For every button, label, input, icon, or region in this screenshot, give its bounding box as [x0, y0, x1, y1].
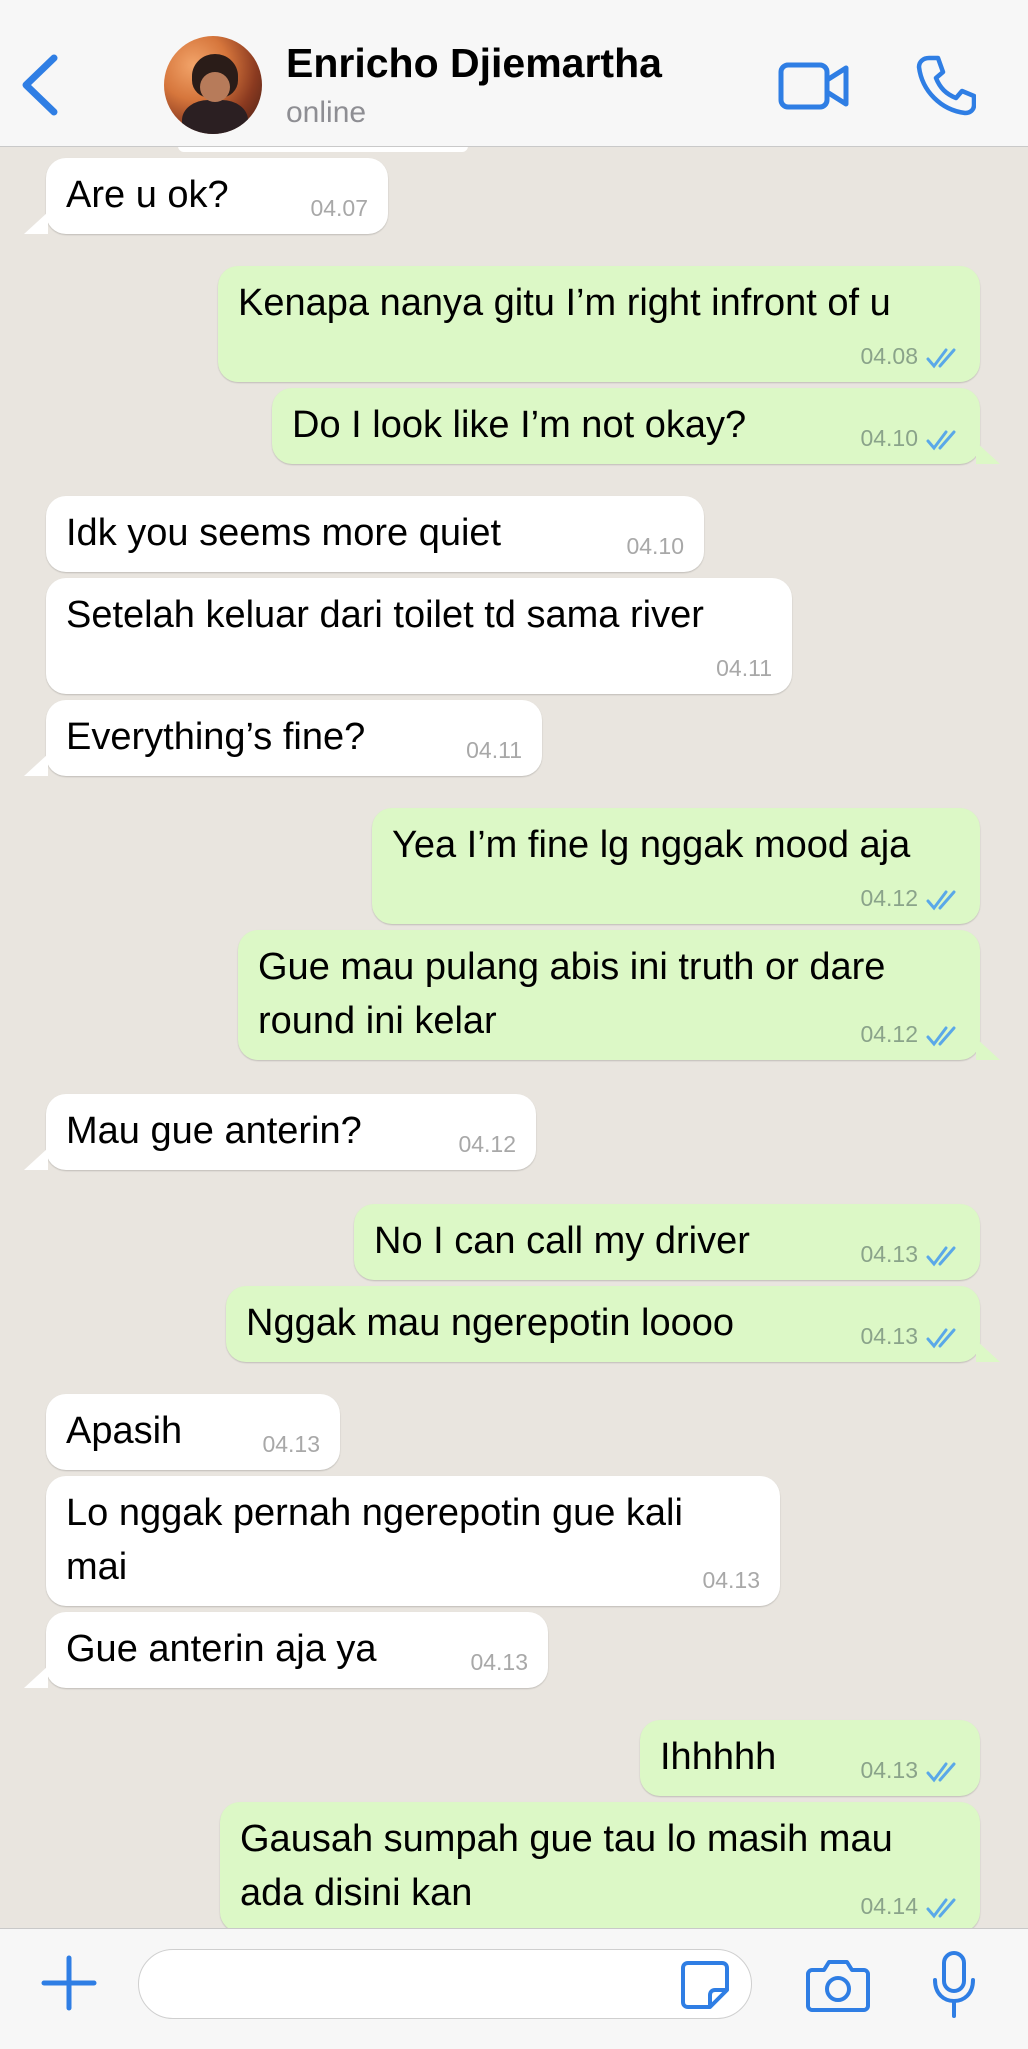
message-time: 04.08	[860, 343, 918, 369]
bubble-tail	[976, 1340, 1000, 1362]
message-time: 04.10	[860, 425, 918, 451]
message-list[interactable]: Are u ok? 04.07 Kenapa nanya gitu I’m ri…	[0, 146, 1028, 1928]
message-text: No I can call my driver	[374, 1220, 750, 1262]
microphone-icon[interactable]	[930, 1950, 978, 2020]
read-ticks-icon	[926, 1246, 956, 1267]
message-time: 04.10	[626, 533, 684, 559]
message-outgoing[interactable]: No I can call my driver 04.13	[354, 1204, 980, 1280]
message-text: Setelah keluar dari toilet td sama river	[66, 594, 704, 636]
message-time: 04.13	[470, 1649, 528, 1675]
message-text: Yea I’m fine lg nggak mood aja	[392, 824, 911, 866]
read-ticks-icon	[926, 348, 956, 369]
message-text: Ihhhhh	[660, 1736, 777, 1778]
chevron-left-icon[interactable]	[14, 50, 70, 120]
message-incoming[interactable]: Setelah keluar dari toilet td sama river…	[46, 578, 792, 694]
camera-icon[interactable]	[806, 1958, 870, 2012]
bubble-tail	[976, 442, 1000, 464]
bubble-tail	[976, 1038, 1000, 1060]
message-time: 04.13	[702, 1567, 760, 1593]
sticker-icon[interactable]	[680, 1960, 730, 2010]
bubble-tail	[24, 754, 48, 776]
message-time: 04.13	[860, 1757, 918, 1783]
message-outgoing[interactable]: Gausah sumpah gue tau lo masih mau ada d…	[220, 1802, 980, 1928]
message-time: 04.13	[860, 1241, 918, 1267]
phone-icon[interactable]	[916, 54, 976, 116]
message-time: 04.11	[466, 737, 522, 763]
read-ticks-icon	[926, 1026, 956, 1047]
read-ticks-icon	[926, 1762, 956, 1783]
message-text: Idk you seems more quiet	[66, 512, 502, 554]
message-outgoing[interactable]: Ihhhhh 04.13	[640, 1720, 980, 1796]
message-text: Kenapa nanya gitu I’m right infront of u	[238, 282, 891, 324]
read-ticks-icon	[926, 1328, 956, 1349]
message-outgoing[interactable]: Nggak mau ngerepotin loooo 04.13	[226, 1286, 980, 1362]
avatar[interactable]	[164, 36, 262, 134]
message-text: Gue anterin aja ya	[66, 1628, 377, 1670]
bubble-tail	[24, 212, 48, 234]
plus-icon[interactable]	[40, 1954, 98, 2012]
message-text-line: ada disini kan	[240, 1872, 473, 1914]
message-text: Do I look like I’m not okay?	[292, 404, 747, 446]
message-text-line: Gue mau pulang abis ini truth or dare	[258, 946, 886, 988]
message-outgoing[interactable]: Kenapa nanya gitu I’m right infront of u…	[218, 266, 980, 382]
message-time: 04.12	[860, 1021, 918, 1047]
message-incoming[interactable]: Lo nggak pernah ngerepotin gue kali mai …	[46, 1476, 780, 1606]
contact-status: online	[286, 96, 367, 129]
read-ticks-icon	[926, 430, 956, 451]
message-outgoing[interactable]: Do I look like I’m not okay? 04.10	[272, 388, 980, 464]
message-time: 04.13	[860, 1323, 918, 1349]
message-text-line: Lo nggak pernah ngerepotin gue kali	[66, 1492, 683, 1534]
message-incoming[interactable]: Idk you seems more quiet 04.10	[46, 496, 704, 572]
message-outgoing[interactable]: Yea I’m fine lg nggak mood aja 04.12	[372, 808, 980, 924]
read-ticks-icon	[926, 890, 956, 911]
message-time: 04.14	[860, 1893, 918, 1919]
message-text: Mau gue anterin?	[66, 1110, 362, 1152]
message-input[interactable]	[138, 1949, 752, 2019]
message-incoming[interactable]: Everything’s fine? 04.11	[46, 700, 542, 776]
bubble-tail	[24, 1666, 48, 1688]
video-camera-icon[interactable]	[778, 58, 850, 114]
message-text: Apasih	[66, 1410, 183, 1452]
message-incoming[interactable]: Mau gue anterin? 04.12	[46, 1094, 536, 1170]
message-text: Everything’s fine?	[66, 716, 366, 758]
message-time: 04.11	[716, 655, 772, 681]
read-ticks-icon	[926, 1898, 956, 1919]
message-time: 04.12	[458, 1131, 516, 1157]
message-incoming[interactable]: Are u ok? 04.07	[46, 158, 388, 234]
message-text: Are u ok?	[66, 174, 229, 216]
message-text-line: Gausah sumpah gue tau lo masih mau	[240, 1818, 893, 1860]
bubble-tail	[24, 1148, 48, 1170]
message-incoming[interactable]: Gue anterin aja ya 04.13	[46, 1612, 548, 1688]
message-outgoing[interactable]: Gue mau pulang abis ini truth or dare ro…	[238, 930, 980, 1060]
chat-header: Enricho Djiemartha online	[0, 0, 1028, 147]
message-incoming[interactable]: Apasih 04.13	[46, 1394, 340, 1470]
contact-name[interactable]: Enricho Djiemartha	[286, 40, 662, 87]
message-time: 04.12	[860, 885, 918, 911]
message-text-line: round ini kelar	[258, 1000, 497, 1042]
message-time: 04.07	[310, 195, 368, 221]
message-text-line: mai	[66, 1546, 128, 1588]
message-text: Nggak mau ngerepotin loooo	[246, 1302, 735, 1344]
message-time: 04.13	[262, 1431, 320, 1457]
